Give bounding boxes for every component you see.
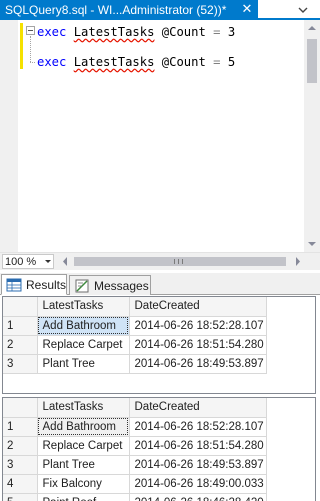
parameter-value: 3 (227, 25, 236, 39)
indicator-margin (0, 20, 18, 252)
table-cell[interactable]: Fix Balcony (37, 474, 130, 494)
table-cell[interactable]: Plant Tree (37, 455, 130, 475)
table-cell[interactable]: Add Bathroom (37, 316, 130, 336)
table-cell[interactable]: 2014-06-26 18:52:28.107 (129, 316, 267, 336)
table-row: 2 Replace Carpet 2014-06-26 18:51:54.280 (3, 335, 267, 355)
result-table: LatestTasks DateCreated 1 Add Bathroom 2… (3, 398, 267, 501)
table-cell[interactable]: 2014-06-26 18:49:53.897 (129, 354, 267, 374)
table-cell[interactable]: Replace Carpet (37, 436, 130, 456)
table-row: 3 Plant Tree 2014-06-26 18:49:53.897 (3, 455, 267, 475)
table-cell[interactable]: 2014-06-26 18:52:28.107 (129, 417, 267, 437)
parameter-value: 5 (227, 55, 236, 69)
row-number-header[interactable] (3, 297, 38, 317)
change-tracking-bar (20, 23, 23, 69)
scrollbar-thumb[interactable] (307, 39, 317, 83)
table-row: 1 Add Bathroom 2014-06-26 18:52:28.107 (3, 417, 267, 437)
code-line[interactable]: exec LatestTasks @Count = 5 (37, 54, 235, 70)
scroll-right-icon[interactable] (291, 254, 305, 269)
collapse-icon[interactable] (26, 26, 35, 35)
header-row: LatestTasks DateCreated (3, 297, 267, 317)
operator: = (213, 55, 221, 69)
row-number[interactable]: 2 (3, 335, 38, 355)
column-header[interactable]: LatestTasks (37, 297, 130, 317)
column-header[interactable]: DateCreated (129, 398, 267, 418)
procedure-name: LatestTasks (73, 55, 155, 69)
row-number[interactable]: 5 (3, 493, 38, 501)
column-header[interactable]: DateCreated (129, 297, 267, 317)
editor-status-bar: 100 % (0, 252, 320, 270)
row-number-header[interactable] (3, 398, 38, 418)
sql-keyword: exec (37, 25, 67, 39)
query-editor[interactable]: exec LatestTasks @Count = 3 exec LatestT… (0, 20, 320, 252)
row-number[interactable]: 3 (3, 455, 38, 475)
scroll-left-icon[interactable] (58, 254, 72, 269)
scroll-down-icon[interactable] (304, 235, 320, 252)
result-grid[interactable]: LatestTasks DateCreated 1 Add Bathroom 2… (2, 296, 316, 394)
results-tab-strip: Results Messages (0, 273, 320, 295)
close-tab-icon[interactable]: ✕ (239, 2, 255, 18)
grip-icon (174, 259, 183, 264)
table-row: 1 Add Bathroom 2014-06-26 18:52:28.107 (3, 316, 267, 336)
messages-icon (75, 279, 89, 292)
editor-vertical-scrollbar[interactable] (304, 20, 320, 252)
table-cell[interactable]: 2014-06-26 18:49:53.897 (129, 455, 267, 475)
table-row: 4 Fix Balcony 2014-06-26 18:49:00.033 (3, 474, 267, 494)
table-row: 5 Paint Roof 2014-06-26 18:46:28.420 (3, 493, 267, 501)
result-grid[interactable]: LatestTasks DateCreated 1 Add Bathroom 2… (2, 397, 316, 501)
result-table: LatestTasks DateCreated 1 Add Bathroom 2… (3, 297, 267, 374)
row-number[interactable]: 2 (3, 436, 38, 456)
horizontal-scrollbar-thumb[interactable] (74, 257, 286, 266)
operator: = (213, 25, 221, 39)
table-row: 3 Plant Tree 2014-06-26 18:49:53.897 (3, 354, 267, 374)
table-cell[interactable]: Replace Carpet (37, 335, 130, 355)
document-tab-strip: SQLQuery8.sql - WI...Administrator (52))… (0, 0, 320, 20)
table-row: 2 Replace Carpet 2014-06-26 18:51:54.280 (3, 436, 267, 456)
table-cell[interactable]: Add Bathroom (37, 417, 130, 437)
table-cell[interactable]: Plant Tree (37, 354, 130, 374)
table-cell[interactable]: Paint Roof (37, 493, 130, 501)
procedure-name: LatestTasks (73, 25, 155, 39)
tab-messages-label: Messages (94, 278, 149, 293)
sql-keyword: exec (37, 55, 67, 69)
tab-results-label: Results (25, 277, 66, 292)
chevron-down-icon[interactable] (296, 3, 310, 17)
document-tab-title: SQLQuery8.sql - WI...Administrator (52))… (5, 3, 227, 17)
zoom-level: 100 % (5, 255, 37, 268)
tab-messages[interactable]: Messages (69, 275, 151, 295)
column-header[interactable]: LatestTasks (37, 398, 130, 418)
header-row: LatestTasks DateCreated (3, 398, 267, 418)
outline-guide-end (30, 62, 35, 63)
parameter-name: @Count (161, 25, 206, 39)
outline-guide (30, 36, 31, 62)
table-cell[interactable]: 2014-06-26 18:51:54.280 (129, 335, 267, 355)
parameter-name: @Count (161, 55, 206, 69)
grid-icon (6, 278, 22, 291)
row-number[interactable]: 3 (3, 354, 38, 374)
table-cell[interactable]: 2014-06-26 18:46:28.420 (129, 493, 267, 501)
document-tab[interactable]: SQLQuery8.sql - WI...Administrator (52))… (0, 0, 258, 20)
row-number[interactable]: 1 (3, 316, 38, 336)
row-number[interactable]: 4 (3, 474, 38, 494)
zoom-dropdown[interactable]: 100 % (2, 254, 54, 269)
tab-results[interactable]: Results (1, 274, 67, 295)
chevron-down-icon[interactable] (43, 255, 53, 268)
scroll-up-icon[interactable] (304, 20, 320, 37)
row-number[interactable]: 1 (3, 417, 38, 437)
table-cell[interactable]: 2014-06-26 18:49:00.033 (129, 474, 267, 494)
table-cell[interactable]: 2014-06-26 18:51:54.280 (129, 436, 267, 456)
code-line[interactable]: exec LatestTasks @Count = 3 (37, 24, 235, 40)
